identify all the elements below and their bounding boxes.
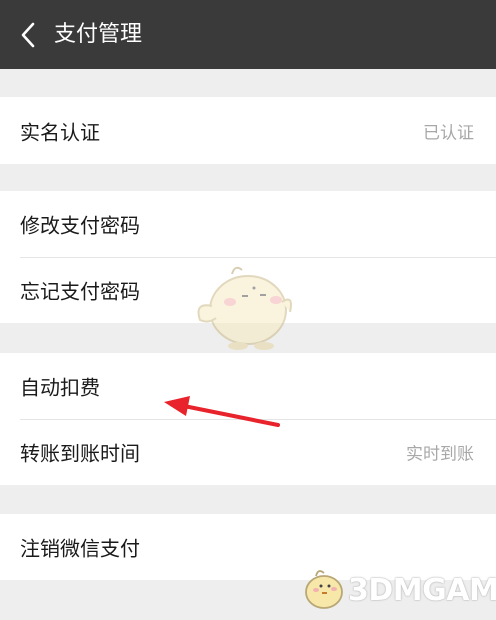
row-label: 修改支付密码 <box>20 213 140 238</box>
row-label: 自动扣费 <box>20 375 100 400</box>
mascot-watermark-image <box>197 266 292 350</box>
row-label: 忘记支付密码 <box>20 279 140 304</box>
status-value: 已认证 <box>423 123 474 143</box>
top-bar: 支付管理 <box>0 0 496 69</box>
annotation-arrow <box>164 396 280 427</box>
row-label: 实名认证 <box>20 120 100 144</box>
page-title: 支付管理 <box>54 22 143 47</box>
row-real-name-verification[interactable]: 实名认证 已认证 <box>0 97 496 164</box>
row-change-pay-password[interactable]: 修改支付密码 <box>0 191 496 257</box>
chevron-left-icon <box>21 22 35 48</box>
row-label: 转账到账时间 <box>20 441 140 466</box>
chick-logo-icon <box>305 570 343 609</box>
watermark-text: 3DMGAME <box>348 572 496 608</box>
site-watermark: 3DMGAME <box>300 568 496 612</box>
back-button[interactable] <box>12 18 44 52</box>
settings-group-verification: 实名认证 已认证 <box>0 97 496 164</box>
row-label: 注销微信支付 <box>20 536 140 561</box>
setting-value: 实时到账 <box>406 444 474 465</box>
